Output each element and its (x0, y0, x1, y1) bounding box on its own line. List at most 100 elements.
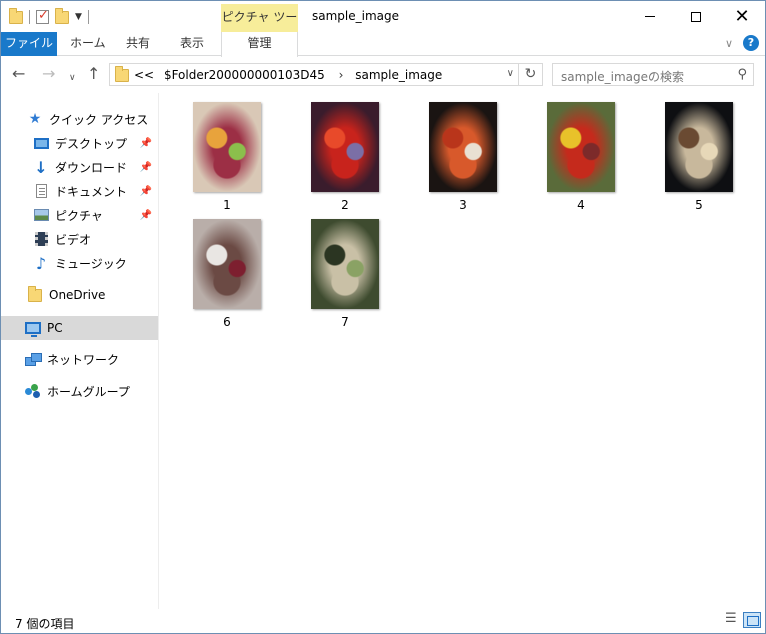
status-bar: 7 個の項目 (1, 609, 765, 633)
file-list: 1 2 3 4 5 6 7 (160, 93, 765, 609)
nav-label: ビデオ (55, 232, 92, 247)
toolbar-divider (29, 10, 30, 24)
nav-item-music[interactable]: ♪ ミュージック (1, 252, 158, 274)
nav-item-videos[interactable]: ビデオ (1, 228, 158, 250)
file-item[interactable]: 1 (170, 94, 280, 212)
explorer-window: ▼ ピクチャ ツール sample_image ✕ ファイル ホーム 共有 表示… (0, 0, 766, 634)
music-icon: ♪ (35, 253, 47, 273)
pin-icon: 📌 (139, 161, 152, 173)
file-name: 1 (223, 198, 231, 212)
pin-icon: 📌 (139, 185, 152, 197)
details-view-icon[interactable] (722, 611, 740, 628)
view-toggle (722, 611, 761, 628)
address-bar[interactable]: << $Folder200000000103D45 › sample_image… (109, 63, 519, 86)
network-icon (25, 351, 42, 367)
nav-item-pc[interactable]: PC (1, 316, 158, 340)
minimize-icon (645, 16, 655, 17)
onedrive-folder-icon (27, 285, 43, 303)
minimize-button[interactable] (627, 1, 673, 32)
back-arrow-icon[interactable]: ← (12, 65, 25, 83)
image-thumbnail (429, 102, 497, 192)
tab-share[interactable]: 共有 (115, 32, 161, 56)
nav-label: ドキュメント (55, 184, 128, 199)
nav-item-network[interactable]: ネットワーク (1, 348, 158, 370)
maximize-button[interactable] (673, 1, 719, 32)
nav-label: ホームグループ (47, 384, 130, 399)
nav-item-homegroup[interactable]: ホームグループ (1, 380, 158, 402)
forward-arrow-icon[interactable]: → (42, 65, 55, 83)
file-name: 7 (341, 315, 349, 329)
file-name: 2 (341, 198, 349, 212)
image-thumbnail (193, 219, 261, 309)
tab-file[interactable]: ファイル (1, 32, 57, 56)
image-thumbnail (193, 102, 261, 192)
toolbar-divider (87, 10, 89, 24)
tab-manage[interactable]: 管理 (221, 32, 298, 57)
nav-item-documents[interactable]: ドキュメント 📌 (1, 180, 158, 202)
nav-label: ネットワーク (47, 352, 120, 367)
search-icon[interactable]: ⚲ (737, 67, 747, 82)
breadcrumb-separator-icon[interactable]: › (339, 68, 344, 82)
nav-item-quick-access[interactable]: ★ クイック アクセス (1, 108, 158, 130)
file-name: 5 (695, 198, 703, 212)
quick-access-toolbar: ▼ (9, 7, 89, 27)
refresh-button[interactable]: ↻ (519, 63, 543, 86)
nav-label: デスクトップ (55, 136, 128, 151)
tab-view[interactable]: 表示 (169, 32, 215, 56)
search-box[interactable]: sample_imageの検索 ⚲ (552, 63, 754, 86)
file-item[interactable]: 7 (288, 211, 398, 329)
address-dropdown-icon[interactable]: ∨ (507, 68, 514, 79)
nav-item-pictures[interactable]: ピクチャ 📌 (1, 204, 158, 226)
item-count: 7 個の項目 (15, 617, 75, 631)
folder-icon[interactable] (9, 7, 23, 24)
image-thumbnail (547, 102, 615, 192)
folder-icon (115, 66, 129, 82)
help-icon[interactable]: ? (743, 35, 759, 51)
pin-icon: 📌 (139, 209, 152, 221)
ribbon-right-controls: ∨ ? (725, 35, 759, 51)
navigation-bar: ← → ∨ ↑ << $Folder200000000103D45 › samp… (1, 57, 765, 93)
nav-label: クイック アクセス (49, 112, 149, 127)
window-controls: ✕ (627, 1, 765, 32)
nav-item-desktop[interactable]: デスクトップ 📌 (1, 132, 158, 154)
search-placeholder: sample_imageの検索 (561, 70, 685, 84)
file-item[interactable]: 6 (170, 211, 280, 329)
file-item[interactable]: 3 (406, 94, 516, 212)
navigation-pane: ★ クイック アクセス デスクトップ 📌 ↓ ダウンロード 📌 ドキュメント 📌… (1, 93, 159, 609)
large-icons-view-icon[interactable] (743, 612, 761, 628)
computer-icon (25, 320, 41, 337)
close-button[interactable]: ✕ (719, 1, 765, 32)
star-icon: ★ (28, 111, 42, 127)
maximize-icon (691, 11, 701, 22)
tab-home[interactable]: ホーム (59, 32, 117, 56)
nav-item-onedrive[interactable]: OneDrive (1, 284, 158, 306)
picture-tools-context-tab: ピクチャ ツール (221, 4, 298, 50)
file-item[interactable]: 2 (288, 94, 398, 212)
new-folder-icon[interactable] (55, 7, 69, 24)
nav-label: PC (47, 321, 63, 335)
video-icon (33, 231, 49, 247)
up-arrow-icon[interactable]: ↑ (87, 65, 100, 83)
download-icon: ↓ (34, 157, 48, 177)
file-name: 3 (459, 198, 467, 212)
breadcrumb-item-current[interactable]: sample_image (355, 68, 442, 82)
desktop-icon (33, 135, 49, 151)
image-thumbnail (311, 102, 379, 192)
file-item[interactable]: 4 (524, 94, 634, 212)
properties-icon[interactable] (36, 8, 49, 24)
breadcrumb-item-folder[interactable]: $Folder200000000103D45 (164, 68, 325, 82)
customize-toolbar-icon[interactable]: ▼ (75, 12, 82, 22)
homegroup-icon (25, 383, 41, 399)
close-icon: ✕ (734, 5, 750, 27)
nav-label: ダウンロード (55, 160, 128, 175)
pin-icon: 📌 (139, 137, 152, 149)
breadcrumb: << $Folder200000000103D45 › sample_image (134, 68, 448, 82)
picture-icon (33, 207, 49, 223)
file-name: 6 (223, 315, 231, 329)
breadcrumb-overflow[interactable]: << (134, 68, 154, 82)
nav-item-downloads[interactable]: ↓ ダウンロード 📌 (1, 156, 158, 178)
file-item[interactable]: 5 (642, 94, 752, 212)
nav-label: OneDrive (49, 288, 106, 302)
recent-locations-chevron-icon[interactable]: ∨ (69, 69, 76, 87)
expand-ribbon-icon[interactable]: ∨ (725, 37, 733, 50)
